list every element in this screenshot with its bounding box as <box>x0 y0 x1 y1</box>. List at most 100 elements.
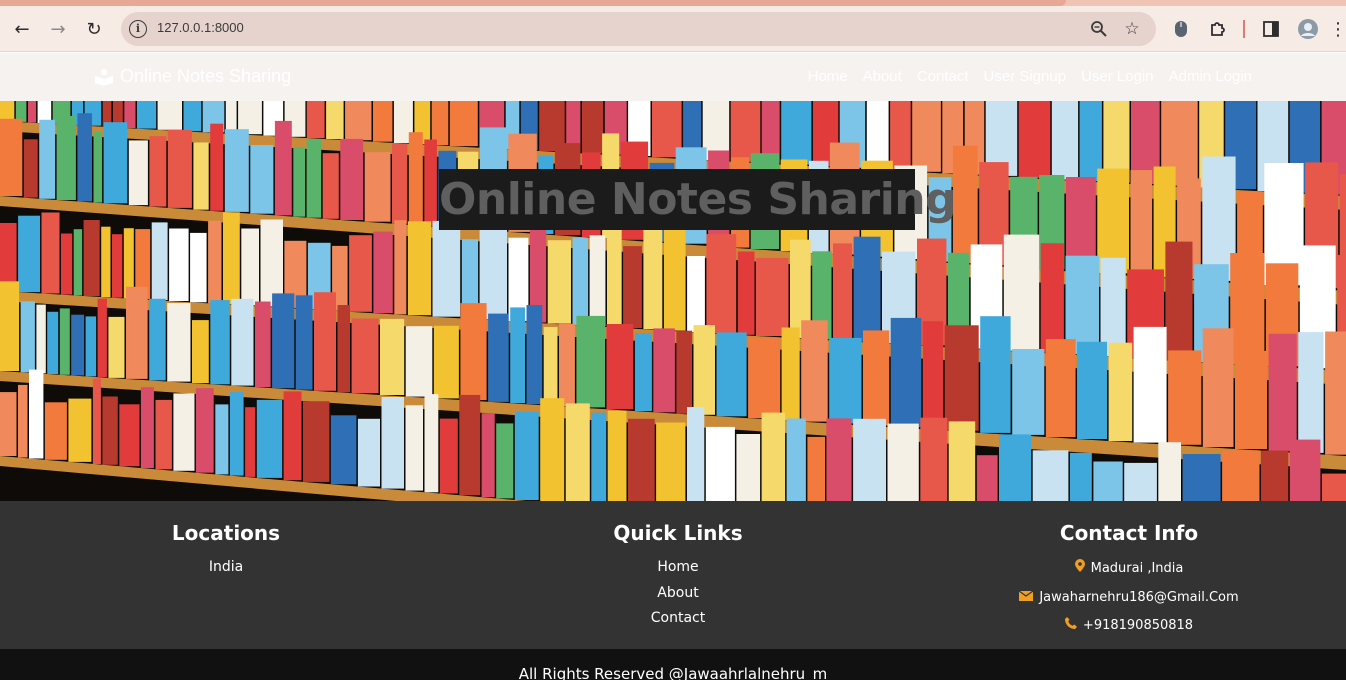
book-spine <box>628 418 655 501</box>
book-spine <box>999 434 1032 501</box>
site-info-icon[interactable]: i <box>129 20 147 38</box>
book-spine <box>786 418 806 501</box>
book-spine <box>381 397 404 489</box>
nav-link-about[interactable]: About <box>863 68 902 85</box>
contact-phone: +918190850818 <box>1009 612 1249 641</box>
url-text[interactable]: 127.0.0.1:8000 <box>157 20 244 35</box>
brand-logo[interactable]: Online Notes Sharing <box>94 66 291 87</box>
envelope-icon <box>1018 584 1034 613</box>
book-spine <box>433 325 459 399</box>
browser-toolbar: ← → ↻ i 127.0.0.1:8000 ☆ ⋮ <box>0 6 1346 52</box>
book-spine <box>829 337 862 424</box>
book-spine <box>224 129 249 212</box>
book-spine <box>83 220 100 296</box>
book-spine <box>424 139 437 226</box>
book-spine <box>245 407 256 477</box>
book-spine <box>208 220 222 304</box>
book-spine <box>1051 101 1079 180</box>
book-spine <box>68 398 92 462</box>
book-spine <box>229 392 244 476</box>
toolbar-divider <box>1243 20 1245 38</box>
book-spine <box>18 384 28 458</box>
book-spine <box>392 143 408 224</box>
book-spine <box>912 101 941 172</box>
bookmark-star-icon[interactable]: ☆ <box>1122 19 1142 39</box>
book-spine <box>1230 253 1265 365</box>
reload-icon[interactable]: ↻ <box>80 15 108 43</box>
book-spine <box>0 281 20 371</box>
contact-email: Jawaharnehru186@Gmail.Com <box>1009 584 1249 613</box>
book-spine <box>1093 461 1123 501</box>
book-spine <box>231 298 254 386</box>
book-spine <box>59 308 70 375</box>
book-spine <box>424 394 439 493</box>
book-spine <box>1045 339 1076 438</box>
book-spine <box>980 316 1011 433</box>
book-spine <box>157 101 182 130</box>
book-spine <box>103 122 128 204</box>
brand-name: Online Notes Sharing <box>120 66 292 86</box>
book-spine <box>1298 332 1324 453</box>
book-spine <box>853 418 886 501</box>
nav-link-home[interactable]: Home <box>808 68 848 85</box>
email-text[interactable]: Jawaharnehru186@Gmail.Com <box>1039 584 1238 613</box>
book-spine <box>36 304 46 374</box>
book-spine <box>108 316 125 378</box>
book-spine <box>167 303 191 382</box>
copyright-text: All Rights Reserved @Jawaahrlalnehru_m <box>518 665 828 680</box>
nav-link-admin-login[interactable]: Admin Login <box>1169 68 1252 85</box>
book-spine <box>439 418 458 494</box>
book-spine <box>634 333 652 412</box>
book-spine <box>274 120 292 216</box>
book-spine <box>663 226 686 331</box>
book-spine <box>581 101 604 154</box>
address-bar[interactable]: i 127.0.0.1:8000 ☆ <box>121 12 1156 46</box>
book-spine <box>37 101 52 124</box>
book-spine <box>496 423 514 499</box>
book-spine <box>1108 342 1133 441</box>
nav-link-user-login[interactable]: User Login <box>1081 68 1154 85</box>
extensions-puzzle-icon[interactable] <box>1204 15 1232 43</box>
locations-heading: Locations <box>171 521 281 545</box>
menu-icon[interactable]: ⋮ <box>1329 15 1346 43</box>
book-spine <box>1321 473 1346 501</box>
book-spine <box>39 119 56 199</box>
book-spine <box>215 404 229 475</box>
book-spine <box>351 318 379 394</box>
nav-link-user-signup[interactable]: User Signup <box>984 68 1067 85</box>
address-text: Madurai ,India <box>1090 561 1184 576</box>
book-spine <box>272 293 295 389</box>
footer-link-home[interactable]: Home <box>578 555 778 581</box>
book-spine <box>85 316 97 377</box>
footer-quick-links: Quick Links Home About Contact <box>578 521 778 632</box>
zoom-icon[interactable] <box>1089 19 1109 39</box>
book-spine <box>183 101 202 132</box>
book-spine <box>119 404 140 467</box>
book-spine <box>1182 454 1221 501</box>
book-spine <box>373 101 393 142</box>
nav-link-contact[interactable]: Contact <box>917 68 969 85</box>
extension-mouse-icon[interactable] <box>1167 15 1195 43</box>
book-spine <box>761 412 786 501</box>
book-spine <box>322 153 339 219</box>
footer-link-contact[interactable]: Contact <box>578 606 778 632</box>
book-spine <box>169 228 189 301</box>
book-spine <box>526 305 543 405</box>
footer-link-about[interactable]: About <box>578 581 778 607</box>
book-spine <box>1289 439 1321 501</box>
book-spine <box>976 455 998 501</box>
book-spine <box>306 139 322 218</box>
back-icon[interactable]: ← <box>8 15 36 43</box>
book-spine <box>705 426 735 501</box>
book-spine <box>357 418 380 487</box>
book-spine <box>589 235 606 326</box>
book-spine <box>449 101 478 147</box>
profile-avatar-icon[interactable] <box>1294 15 1322 43</box>
forward-icon[interactable]: → <box>44 15 72 43</box>
book-spine <box>77 113 92 202</box>
book-spine <box>155 399 172 470</box>
book-spine <box>481 413 495 498</box>
book-spine <box>1100 257 1126 357</box>
book-spine <box>460 303 487 401</box>
side-panel-icon[interactable] <box>1257 15 1285 43</box>
